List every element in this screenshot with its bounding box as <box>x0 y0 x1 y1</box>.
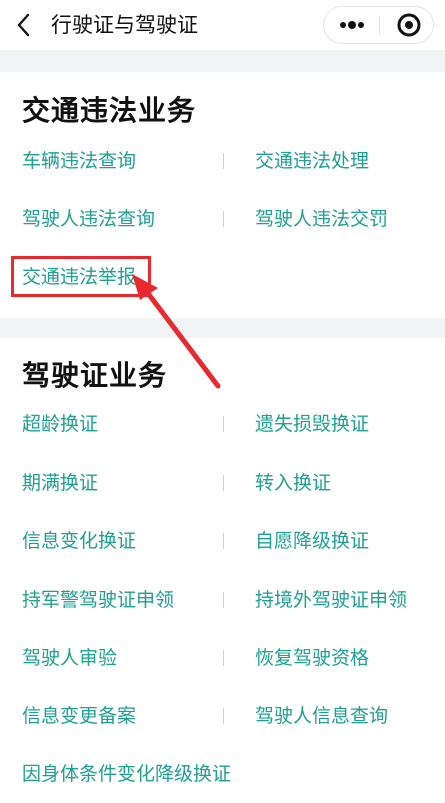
link-foreign-license-application[interactable]: 持境外驾驶证申领 <box>255 587 407 613</box>
link-military-police-license-application[interactable]: 持军警驾驶证申领 <box>22 587 174 613</box>
arrow-annotation-icon <box>132 274 221 389</box>
more-dots-icon <box>340 21 364 29</box>
link-info-change-renewal[interactable]: 信息变化换证 <box>22 528 136 554</box>
link-transfer-in-renewal[interactable]: 转入换证 <box>255 470 331 496</box>
link-expiry-renewal[interactable]: 期满换证 <box>22 470 98 496</box>
back-button[interactable] <box>12 11 38 39</box>
link-driver-violation-query[interactable]: 驾驶人违法查询 <box>22 206 155 232</box>
capsule-divider <box>379 16 380 35</box>
column-divider <box>223 153 224 169</box>
link-driver-inspection[interactable]: 驾驶人审验 <box>22 645 117 671</box>
link-health-downgrade-renewal[interactable]: 因身体条件变化降级换证 <box>22 761 231 787</box>
column-divider <box>223 533 224 549</box>
column-divider <box>223 708 224 724</box>
target-close-icon <box>397 13 421 37</box>
link-vehicle-violation-query[interactable]: 车辆违法查询 <box>22 148 136 174</box>
link-overage-renewal[interactable]: 超龄换证 <box>22 411 98 437</box>
back-chevron-icon <box>17 13 30 37</box>
column-divider <box>223 650 224 666</box>
close-button[interactable] <box>394 11 424 39</box>
column-divider <box>223 475 224 491</box>
section-spacer <box>0 50 445 72</box>
column-divider <box>223 416 224 432</box>
link-driver-info-query[interactable]: 驾驶人信息查询 <box>255 703 388 729</box>
link-lost-damaged-renewal[interactable]: 遗失损毁换证 <box>255 411 369 437</box>
column-divider <box>223 592 224 608</box>
link-restore-driving-qualification[interactable]: 恢复驾驶资格 <box>255 645 369 671</box>
link-info-change-record[interactable]: 信息变更备案 <box>22 703 136 729</box>
link-voluntary-downgrade-renewal[interactable]: 自愿降级换证 <box>255 528 369 554</box>
mini-program-capsule <box>323 6 434 44</box>
column-divider <box>223 211 224 227</box>
navigation-bar: 行驶证与驾驶证 <box>0 0 445 50</box>
link-driver-violation-payment[interactable]: 驾驶人违法交罚 <box>255 206 388 232</box>
more-button[interactable] <box>332 11 372 39</box>
page-title: 行驶证与驾驶证 <box>51 13 198 37</box>
section-title-traffic-violation: 交通违法业务 <box>22 94 197 127</box>
link-violation-handling[interactable]: 交通违法处理 <box>255 148 369 174</box>
